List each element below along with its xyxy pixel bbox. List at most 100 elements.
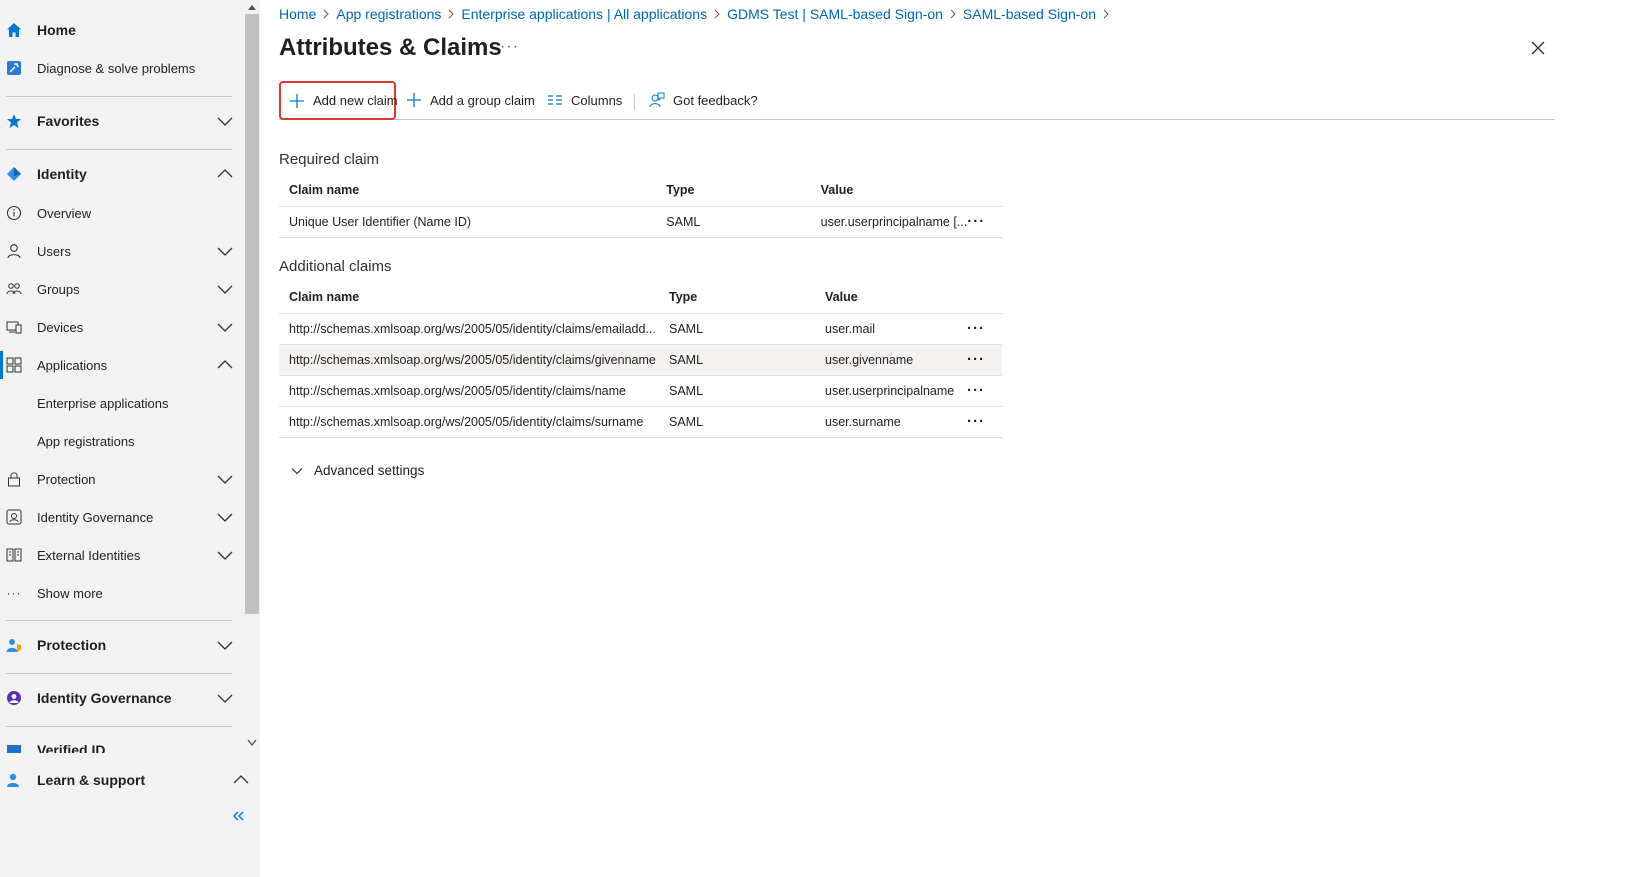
nav-scroll-area: Home Diagnose & solve problems Favorites… xyxy=(0,0,244,800)
breadcrumb: Home App registrations Enterprise applic… xyxy=(279,6,1116,22)
table-row[interactable]: http://schemas.xmlsoap.org/ws/2005/05/id… xyxy=(279,313,1002,345)
nav-applications-label: Applications xyxy=(37,357,108,373)
nav-identity-governance[interactable]: Identity Governance xyxy=(0,682,244,714)
nav-diagnose[interactable]: Diagnose & solve problems xyxy=(0,52,244,84)
scroll-down-arrow-icon[interactable] xyxy=(246,736,258,748)
nav-identity-governance-sub[interactable]: Identity Governance xyxy=(0,501,244,533)
add-group-claim-label: Add a group claim xyxy=(430,92,535,108)
nav-scroll-thumb[interactable] xyxy=(245,14,259,614)
nav-overview[interactable]: Overview xyxy=(0,197,244,229)
nav-verified-id[interactable]: Verified ID xyxy=(0,733,244,753)
nav-favorites[interactable]: Favorites xyxy=(0,105,244,137)
claim-value-cell: user.userprincipalname [... xyxy=(810,206,968,238)
nav-protection[interactable]: Protection xyxy=(0,629,244,661)
nav-groups-label: Groups xyxy=(37,281,80,297)
claim-type-cell: SAML xyxy=(659,406,815,438)
nav-protection-sub[interactable]: Protection xyxy=(0,463,244,495)
nav-identity[interactable]: Identity xyxy=(0,158,244,190)
chevron-down-icon[interactable] xyxy=(216,636,234,654)
claim-name-cell: Unique User Identifier (Name ID) xyxy=(279,206,657,238)
badge-icon xyxy=(5,508,23,526)
chevron-right-icon xyxy=(317,7,335,21)
apps-icon xyxy=(5,356,23,374)
ellipsis-icon: ··· xyxy=(6,586,22,600)
close-icon[interactable] xyxy=(1530,40,1546,56)
claim-value-cell: user.mail xyxy=(815,313,967,345)
nav-protection-label: Protection xyxy=(37,637,107,653)
chevron-down-icon[interactable] xyxy=(216,689,234,707)
nav-users[interactable]: Users xyxy=(0,235,244,267)
add-new-claim-label: Add new claim xyxy=(313,93,398,108)
nav-external-identities-label: External Identities xyxy=(37,547,141,563)
nav-app-registrations[interactable]: App registrations xyxy=(0,425,244,457)
breadcrumb-home[interactable]: Home xyxy=(279,6,316,22)
claim-name-cell: http://schemas.xmlsoap.org/ws/2005/05/id… xyxy=(279,406,659,438)
nav-groups[interactable]: Groups xyxy=(0,273,244,305)
claim-value-cell: user.userprincipalname xyxy=(815,375,967,407)
nav-divider xyxy=(6,96,232,97)
scroll-up-arrow-icon[interactable] xyxy=(246,2,258,14)
nav-applications[interactable]: Applications xyxy=(0,349,244,381)
row-more-button[interactable]: ··· xyxy=(967,313,1002,345)
nav-enterprise-applications[interactable]: Enterprise applications xyxy=(0,387,244,419)
main-content: Home App registrations Enterprise applic… xyxy=(260,0,1650,877)
add-group-claim-button[interactable]: Add a group claim xyxy=(406,82,535,118)
row-more-button[interactable]: ··· xyxy=(967,344,1002,376)
chevron-up-icon[interactable] xyxy=(216,165,234,183)
collapse-sidebar-icon[interactable] xyxy=(228,806,248,826)
nav-overview-label: Overview xyxy=(37,205,92,221)
row-more-button[interactable]: ··· xyxy=(967,206,1002,238)
nav-protection-sub-label: Protection xyxy=(37,471,96,487)
title-more-button[interactable]: ··· xyxy=(500,38,519,56)
breadcrumb-enterprise-applications[interactable]: Enterprise applications | All applicatio… xyxy=(461,6,707,22)
chevron-up-icon[interactable] xyxy=(232,771,250,789)
nav-app-registrations-label: App registrations xyxy=(37,433,135,449)
nav-identity-governance-sub-label: Identity Governance xyxy=(37,509,154,525)
nav-home[interactable]: Home xyxy=(0,14,244,46)
toolbar-separator xyxy=(634,94,635,110)
column-header-value: Value xyxy=(815,282,967,314)
chevron-down-icon[interactable] xyxy=(216,318,234,336)
person-icon xyxy=(5,242,23,260)
chevron-up-icon[interactable] xyxy=(216,356,234,374)
chevron-down-icon[interactable] xyxy=(216,242,234,260)
chevron-down-icon[interactable] xyxy=(216,280,234,298)
columns-button[interactable]: Columns xyxy=(547,82,622,118)
left-nav: Home Diagnose & solve problems Favorites… xyxy=(0,0,260,877)
plus-icon xyxy=(289,93,305,109)
breadcrumb-app-registrations[interactable]: App registrations xyxy=(336,6,441,22)
advanced-settings-toggle[interactable]: Advanced settings xyxy=(290,463,424,478)
breadcrumb-saml-sign-on[interactable]: SAML-based Sign-on xyxy=(963,6,1096,22)
claim-value-cell: user.givenname xyxy=(815,344,967,376)
nav-learn-support[interactable]: Learn & support xyxy=(0,764,249,796)
star-icon xyxy=(5,112,23,130)
nav-diagnose-label: Diagnose & solve problems xyxy=(37,60,196,76)
learn-person-icon xyxy=(5,771,23,789)
row-more-button[interactable]: ··· xyxy=(967,406,1002,438)
add-new-claim-button[interactable]: Add new claim xyxy=(279,81,398,120)
breadcrumb-gdms-test[interactable]: GDMS Test | SAML-based Sign-on xyxy=(727,6,943,22)
table-header-row: Claim name Type Value xyxy=(279,175,1002,207)
chevron-down-icon[interactable] xyxy=(216,546,234,564)
nav-show-more-label: Show more xyxy=(37,585,103,601)
nav-external-identities[interactable]: External Identities xyxy=(0,539,244,571)
column-header-claim-name: Claim name xyxy=(279,175,657,207)
nav-show-more[interactable]: ··· Show more xyxy=(0,577,244,609)
nav-divider xyxy=(6,620,232,621)
chevron-down-icon[interactable] xyxy=(216,470,234,488)
claim-name-cell: http://schemas.xmlsoap.org/ws/2005/05/id… xyxy=(279,375,659,407)
nav-devices[interactable]: Devices xyxy=(0,311,244,343)
feedback-button[interactable]: Got feedback? xyxy=(649,82,758,118)
protection-person-icon xyxy=(5,636,23,654)
claim-name-cell: http://schemas.xmlsoap.org/ws/2005/05/id… xyxy=(279,313,659,345)
table-row[interactable]: http://schemas.xmlsoap.org/ws/2005/05/id… xyxy=(279,406,1002,438)
chevron-right-icon xyxy=(442,7,460,21)
column-header-claim-name: Claim name xyxy=(279,282,659,314)
chevron-down-icon[interactable] xyxy=(216,112,234,130)
table-row[interactable]: Unique User Identifier (Name ID) SAML us… xyxy=(279,206,1002,238)
chevron-down-icon[interactable] xyxy=(216,508,234,526)
table-row[interactable]: http://schemas.xmlsoap.org/ws/2005/05/id… xyxy=(279,375,1002,407)
row-more-button[interactable]: ··· xyxy=(967,375,1002,407)
column-header-type: Type xyxy=(656,175,811,207)
table-row[interactable]: http://schemas.xmlsoap.org/ws/2005/05/id… xyxy=(279,344,1002,376)
